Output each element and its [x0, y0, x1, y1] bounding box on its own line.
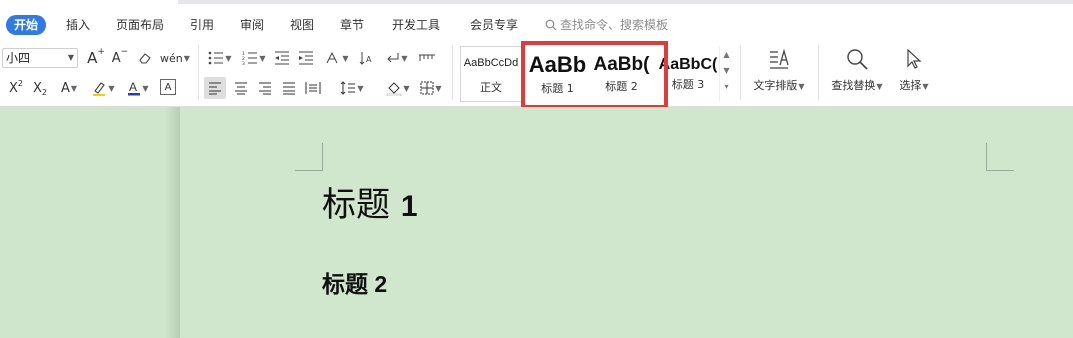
return-arrow-icon: [387, 53, 399, 63]
eraser-icon: [139, 53, 151, 64]
tab-view[interactable]: 视图: [290, 15, 314, 35]
align-justify-icon: [283, 82, 295, 95]
tab-references[interactable]: 引用: [190, 15, 214, 35]
text-effect-button[interactable]: A ▼: [56, 77, 82, 99]
text-layout-icon: [770, 48, 789, 69]
align-right-button[interactable]: [254, 77, 276, 99]
heading-2-paragraph[interactable]: 标题 2: [322, 265, 387, 299]
sort-icon: A: [359, 52, 372, 65]
align-left-icon: [209, 82, 221, 95]
tab-insert[interactable]: 插入: [66, 15, 90, 35]
tab-stop-button[interactable]: [416, 48, 438, 68]
ruler-icon: [419, 54, 435, 61]
select-button[interactable]: 选择▼: [892, 47, 936, 93]
shrink-font-button[interactable]: A −: [110, 47, 130, 68]
outdent-icon: [275, 51, 289, 65]
heading-1-text: 标题: [322, 185, 390, 225]
chevron-up-icon[interactable]: ▲: [720, 47, 733, 63]
command-search-placeholder: 查找命令、搜索模板: [560, 18, 669, 32]
phonetic-guide-label: wén: [160, 51, 183, 65]
tab-page-layout[interactable]: 页面布局: [116, 15, 164, 35]
heading-1-number: 1: [400, 190, 418, 223]
text-layout-label: 文字排版: [753, 79, 798, 92]
tab-strip-background: [178, 0, 1073, 4]
group-separator: [198, 45, 199, 100]
align-center-button[interactable]: [230, 77, 252, 99]
styles-gallery-scroll[interactable]: ▲ ▼ ▾: [719, 47, 733, 101]
svg-text:A: A: [129, 80, 137, 94]
shading-button[interactable]: ▼: [382, 77, 414, 99]
document-page[interactable]: 标题 1 标题 2: [180, 107, 1073, 338]
highlight-annotation: [521, 41, 668, 109]
line-spacing-icon: [341, 81, 356, 95]
svg-text:A: A: [366, 55, 372, 64]
expand-gallery-icon[interactable]: ▾: [720, 79, 733, 95]
page-margin-corner: [986, 143, 1014, 171]
border-grid-icon: [420, 81, 434, 95]
style-normal-caption: 正文: [480, 81, 502, 94]
text-layout-button[interactable]: 文字排版▼: [748, 47, 810, 93]
tab-home[interactable]: 开始: [6, 15, 47, 35]
character-border-button[interactable]: A: [160, 79, 176, 95]
tab-developer[interactable]: 开发工具: [392, 15, 440, 35]
align-center-icon: [235, 82, 247, 95]
tab-member[interactable]: 会员专享: [470, 15, 518, 35]
align-left-button[interactable]: [204, 77, 226, 99]
cursor-arrow-icon: [907, 48, 922, 69]
svg-text:3: 3: [242, 61, 245, 65]
justify-button[interactable]: [278, 77, 300, 99]
clear-format-button[interactable]: [136, 48, 154, 68]
grow-font-button[interactable]: A +: [86, 47, 106, 68]
chinese-layout-button[interactable]: ▼: [322, 48, 352, 68]
phonetic-guide-button[interactable]: wén ▼: [160, 48, 190, 68]
tab-section[interactable]: 章节: [340, 15, 364, 35]
group-separator: [818, 45, 819, 100]
font-size-select[interactable]: 小四 ▼: [2, 48, 78, 68]
page-margin-corner: [295, 143, 323, 171]
search-icon: [545, 19, 557, 31]
find-replace-label: 查找替换: [831, 79, 876, 92]
distribute-button[interactable]: [302, 77, 324, 99]
paragraph-marks-button[interactable]: ▼: [382, 48, 412, 68]
highlighter-icon: [93, 82, 106, 96]
title-strip: [0, 0, 1073, 7]
magnifier-icon: [847, 49, 868, 70]
group-separator: [452, 45, 453, 100]
font-size-value: 小四: [6, 51, 31, 65]
numbered-list-icon: 123: [242, 51, 258, 65]
ribbon-tabs: 开始 插入 页面布局 引用 审阅 视图 章节 开发工具 会员专享 查找命令、搜索…: [0, 7, 1073, 39]
highlight-button[interactable]: ▼: [88, 77, 118, 99]
command-search[interactable]: 查找命令、搜索模板: [545, 15, 668, 35]
style-normal-sample: AaBbCcDd: [463, 57, 519, 69]
paint-bucket-icon: [387, 82, 402, 96]
chevron-down-icon: ▼: [67, 53, 74, 62]
bullets-button[interactable]: ▼: [206, 48, 234, 68]
group-separator: [740, 45, 741, 100]
decrease-indent-button[interactable]: [272, 48, 292, 68]
borders-button[interactable]: ▼: [416, 77, 446, 99]
text-direction-icon: [326, 51, 338, 64]
distribute-icon: [305, 82, 321, 94]
superscript-button[interactable]: X2: [6, 77, 26, 99]
chevron-down-icon[interactable]: ▼: [720, 63, 733, 79]
find-replace-button[interactable]: 查找替换▼: [826, 47, 888, 93]
sort-button[interactable]: A: [356, 48, 376, 68]
font-color-button[interactable]: A ▼: [124, 77, 152, 99]
font-color-icon: A: [128, 80, 141, 96]
indent-icon: [299, 51, 313, 65]
heading-1-paragraph[interactable]: 标题 1: [322, 177, 418, 226]
numbering-button[interactable]: 1 2 3 ▼: [240, 48, 268, 68]
document-left-shadow: [165, 107, 181, 338]
increase-indent-button[interactable]: [296, 48, 316, 68]
select-label: 选择: [899, 79, 922, 92]
line-spacing-button[interactable]: ▼: [336, 77, 368, 99]
ribbon: 开始 插入 页面布局 引用 审阅 视图 章节 开发工具 会员专享 查找命令、搜索…: [0, 7, 1073, 109]
bullet-list-icon: [209, 51, 224, 65]
tab-review[interactable]: 审阅: [240, 15, 264, 35]
align-right-icon: [259, 82, 271, 95]
style-normal[interactable]: AaBbCcDd 正文: [460, 46, 522, 102]
subscript-button[interactable]: X2: [30, 77, 50, 99]
